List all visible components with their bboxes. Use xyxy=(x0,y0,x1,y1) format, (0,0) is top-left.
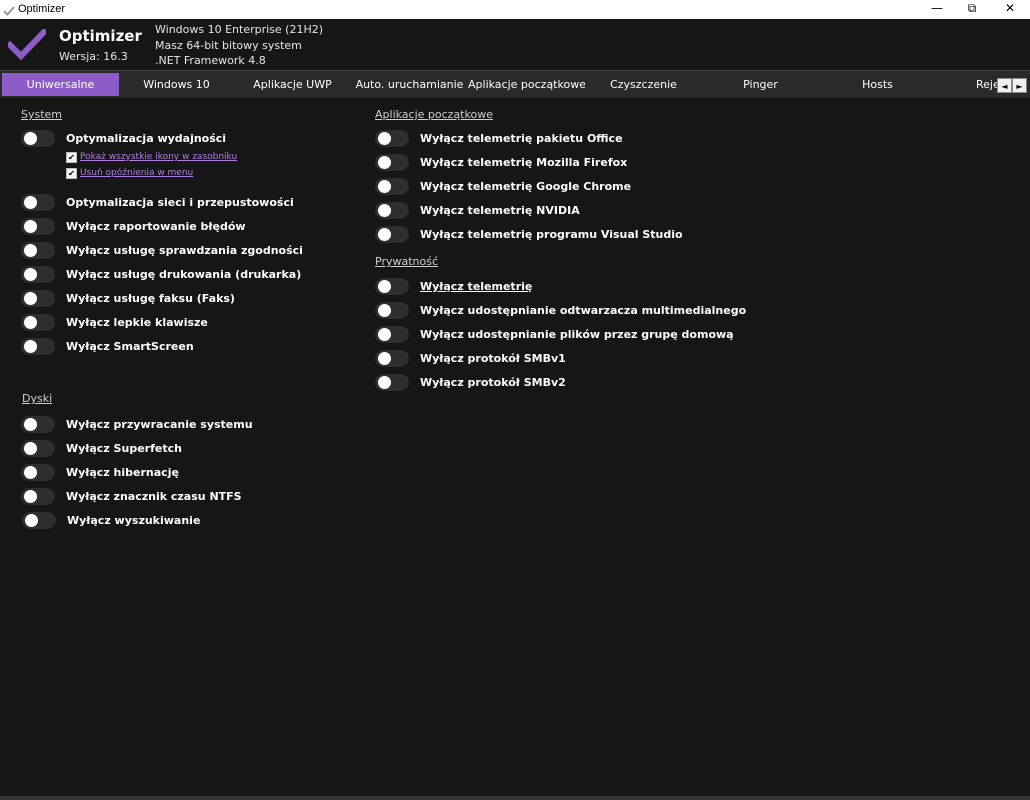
label-error-reporting: Wyłącz raportowanie błędów xyxy=(66,220,246,233)
label-vs-telemetry: Wyłącz telemetrię programu Visual Studio xyxy=(420,228,683,241)
toggle-error-reporting[interactable] xyxy=(21,218,55,235)
app-version: Wersja: 16.3 xyxy=(59,50,128,63)
label-search: Wyłącz wyszukiwanie xyxy=(67,514,201,527)
label-hibernation: Wyłącz hibernację xyxy=(66,466,179,479)
toggle-nvidia-telemetry[interactable] xyxy=(375,202,409,219)
toggle-firefox-telemetry[interactable] xyxy=(375,154,409,171)
toggle-chrome-telemetry[interactable] xyxy=(375,178,409,195)
toggle-media-sharing[interactable] xyxy=(375,302,409,319)
label-smbv2: Wyłącz protokół SMBv2 xyxy=(420,376,566,389)
toggle-sticky-keys[interactable] xyxy=(21,314,55,331)
label-perf-optimization: Optymalizacja wydajności xyxy=(66,132,227,145)
toggle-hibernation[interactable] xyxy=(21,464,55,481)
label-smbv1: Wyłącz protokół SMBv1 xyxy=(420,352,566,365)
tab-autostart[interactable]: Auto. uruchamianie xyxy=(351,73,468,96)
toggle-superfetch[interactable] xyxy=(21,440,55,457)
link-remove-menu-delays[interactable]: Usuń opóźnienia w menu xyxy=(80,168,193,178)
section-startup-apps: Aplikacje początkowe xyxy=(375,108,493,121)
window-title: Optimizer xyxy=(18,3,66,15)
label-fax-service: Wyłącz usługę faksu (Faks) xyxy=(66,292,235,305)
tab-hosts[interactable]: Hosts xyxy=(819,73,936,96)
label-office-telemetry: Wyłącz telemetrię pakietu Office xyxy=(420,132,623,145)
toggle-smartscreen[interactable] xyxy=(21,338,55,355)
toggle-homegroup-sharing[interactable] xyxy=(375,326,409,343)
toggle-telemetry[interactable] xyxy=(375,278,409,295)
toggle-office-telemetry[interactable] xyxy=(375,130,409,147)
arch-info: Masz 64-bit bitowy system xyxy=(155,39,302,52)
label-superfetch: Wyłącz Superfetch xyxy=(66,442,182,455)
tab-scroll-right-button[interactable]: ► xyxy=(1012,78,1027,93)
window-bottom-border xyxy=(0,796,1030,800)
app-header: Optimizer Wersja: 16.3 Windows 10 Enterp… xyxy=(0,19,1030,69)
toggle-compatibility-service[interactable] xyxy=(21,242,55,259)
label-compatibility-service: Wyłącz usługę sprawdzania zgodności xyxy=(66,244,303,257)
checkbox-remove-menu-delays[interactable]: ✔ xyxy=(66,168,77,179)
tab-startup-apps[interactable]: Aplikacje początkowe xyxy=(468,73,585,96)
section-disks: Dyski xyxy=(22,392,53,405)
restore-button[interactable]: ⧉ xyxy=(955,0,989,19)
label-network-optimization: Optymalizacja sieci i przepustowości xyxy=(66,196,294,209)
toggle-ntfs-timestamp[interactable] xyxy=(21,488,55,505)
tab-registry[interactable]: Reje xyxy=(976,73,997,96)
label-system-restore: Wyłącz przywracanie systemu xyxy=(66,418,253,431)
framework-info: .NET Framework 4.8 xyxy=(155,54,266,67)
toggle-system-restore[interactable] xyxy=(21,416,55,433)
label-smartscreen: Wyłącz SmartScreen xyxy=(66,340,194,353)
toggle-smbv1[interactable] xyxy=(375,350,409,367)
close-button[interactable]: ✕ xyxy=(993,0,1027,19)
label-homegroup-sharing: Wyłącz udostępnianie plików przez grupę … xyxy=(420,328,734,341)
toggle-fax-service[interactable] xyxy=(21,290,55,307)
toggle-network-optimization[interactable] xyxy=(21,194,55,211)
tab-cleanup[interactable]: Czyszczenie xyxy=(585,73,702,96)
tab-windows10[interactable]: Windows 10 xyxy=(119,73,234,96)
label-ntfs-timestamp: Wyłącz znacznik czasu NTFS xyxy=(66,490,242,503)
section-system: System xyxy=(21,108,63,121)
label-firefox-telemetry: Wyłącz telemetrię Mozilla Firefox xyxy=(420,156,628,169)
tab-universal[interactable]: Uniwersalne xyxy=(2,73,119,96)
tab-bar: Uniwersalne Windows 10 Aplikacje UWP Aut… xyxy=(0,70,1030,98)
toggle-search[interactable] xyxy=(22,512,56,529)
checkbox-show-tray-icons[interactable]: ✔ xyxy=(66,152,77,163)
toggle-perf-optimization[interactable] xyxy=(21,130,55,147)
section-privacy: Prywatność xyxy=(375,255,439,268)
label-print-service: Wyłącz usługę drukowania (drukarka) xyxy=(66,268,302,281)
label-telemetry: Wyłącz telemetrię xyxy=(420,280,533,293)
tab-uwp-apps[interactable]: Aplikacje UWP xyxy=(234,73,351,96)
label-nvidia-telemetry: Wyłącz telemetrię NVIDIA xyxy=(420,204,580,217)
tab-scroll-left-button[interactable]: ◄ xyxy=(997,78,1012,93)
minimize-button[interactable]: — xyxy=(920,0,954,19)
label-sticky-keys: Wyłącz lepkie klawisze xyxy=(66,316,208,329)
tab-pinger[interactable]: Pinger xyxy=(702,73,819,96)
toggle-vs-telemetry[interactable] xyxy=(375,226,409,243)
app-name: Optimizer xyxy=(59,27,142,45)
toggle-print-service[interactable] xyxy=(21,266,55,283)
toggle-smbv2[interactable] xyxy=(375,374,409,391)
label-media-sharing: Wyłącz udostępnianie odtwarzacza multime… xyxy=(420,304,747,317)
optimizer-logo-icon xyxy=(5,27,49,65)
label-chrome-telemetry: Wyłącz telemetrię Google Chrome xyxy=(420,180,632,193)
os-info: Windows 10 Enterprise (21H2) xyxy=(155,23,324,36)
link-show-tray-icons[interactable]: Pokaż wszystkie ikony w zasobniku xyxy=(80,152,237,162)
title-bar: Optimizer — ⧉ ✕ xyxy=(0,0,1030,19)
